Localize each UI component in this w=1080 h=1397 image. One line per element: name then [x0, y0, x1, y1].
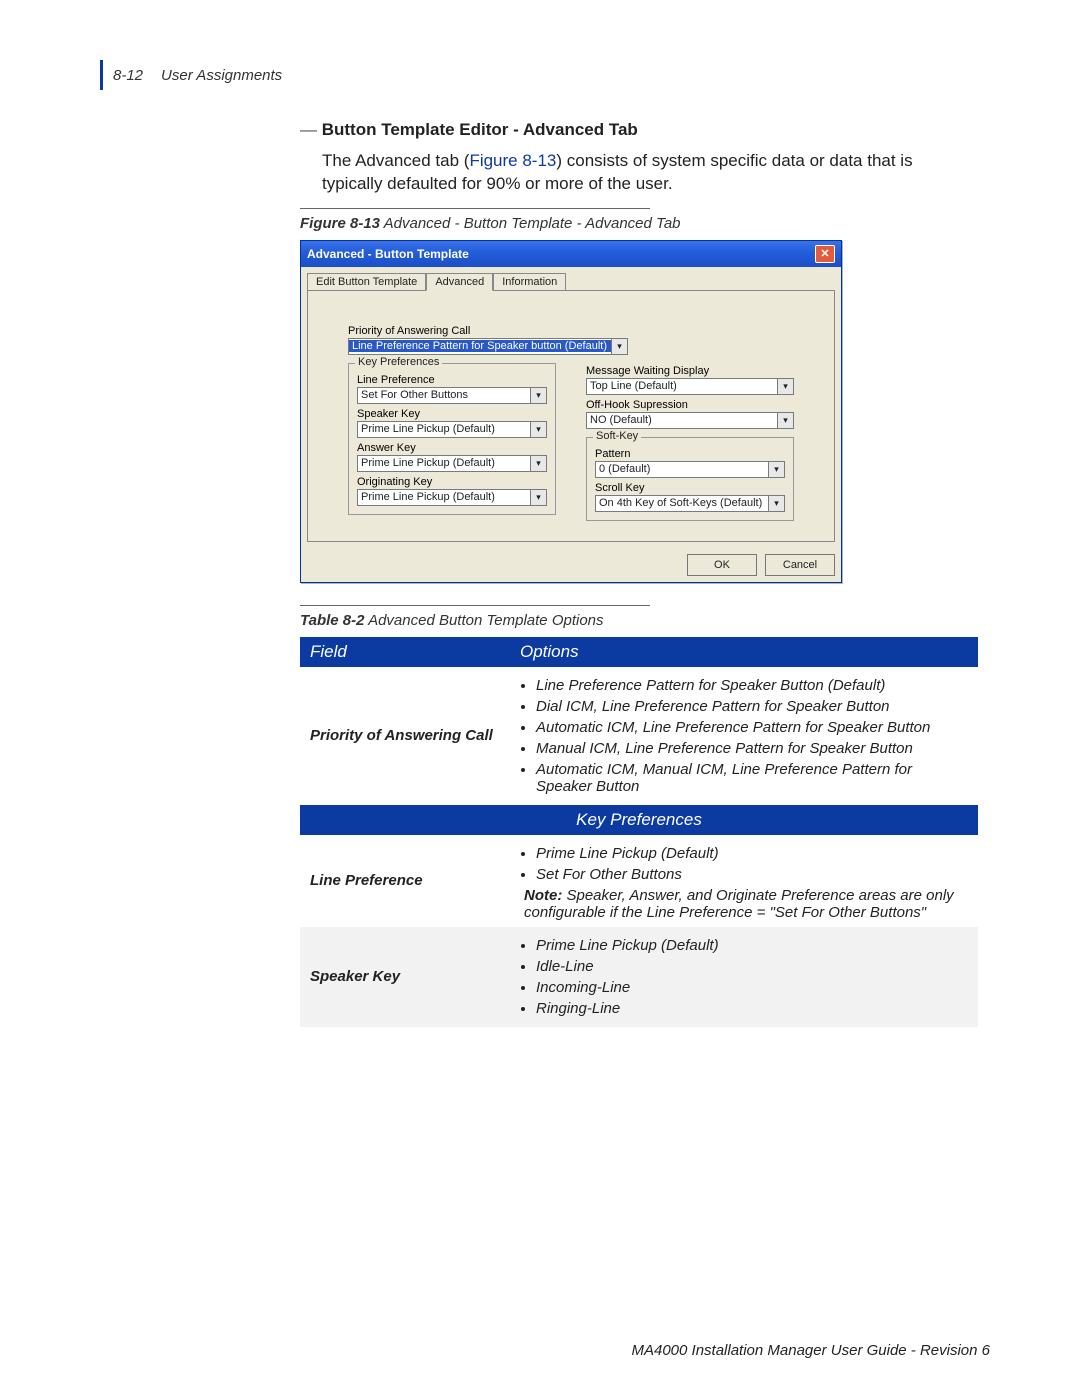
chevron-down-icon[interactable]	[611, 339, 627, 354]
ok-button[interactable]: OK	[687, 554, 757, 576]
chevron-down-icon[interactable]	[530, 388, 546, 403]
dialog-advanced-button-template: Advanced - Button Template ✕ Edit Button…	[300, 240, 842, 583]
close-icon[interactable]: ✕	[815, 245, 835, 263]
label-scroll-key: Scroll Key	[595, 482, 785, 494]
tab-edit-button-template[interactable]: Edit Button Template	[307, 273, 426, 291]
cell-opts-line-pref: Prime Line Pickup (Default) Set For Othe…	[510, 835, 978, 927]
th-field: Field	[300, 637, 510, 667]
cell-field-speaker-key: Speaker Key	[300, 927, 510, 1027]
chevron-down-icon[interactable]	[777, 413, 793, 428]
combo-offhook[interactable]: NO (Default)	[586, 412, 794, 429]
cell-field-priority: Priority of Answering Call	[300, 667, 510, 805]
th-options: Options	[510, 637, 978, 667]
dialog-title-text: Advanced - Button Template	[307, 247, 469, 261]
figure-caption: Figure 8-13 Advanced - Button Template -…	[300, 215, 970, 232]
dialog-titlebar: Advanced - Button Template ✕	[301, 241, 841, 267]
cell-opts-speaker-key: Prime Line Pickup (Default) Idle-Line In…	[510, 927, 978, 1027]
label-mwd: Message Waiting Display	[586, 365, 794, 377]
fieldset-softkey: Soft-Key Pattern 0 (Default) Scroll Key …	[586, 437, 794, 521]
page-header: 8-12 User Assignments	[100, 60, 1000, 90]
combo-scroll-key[interactable]: On 4th Key of Soft-Keys (Default)	[595, 495, 785, 512]
combo-originating-key[interactable]: Prime Line Pickup (Default)	[357, 489, 547, 506]
figure-rule	[300, 208, 650, 209]
combo-pattern[interactable]: 0 (Default)	[595, 461, 785, 478]
table-advanced-options: Field Options Priority of Answering Call…	[300, 637, 978, 1027]
chevron-down-icon[interactable]	[530, 490, 546, 505]
label-answer-key: Answer Key	[357, 442, 547, 454]
combo-speaker-key[interactable]: Prime Line Pickup (Default)	[357, 421, 547, 438]
table-rule	[300, 605, 650, 606]
section-key-preferences: Key Preferences	[300, 805, 978, 835]
chevron-down-icon[interactable]	[530, 422, 546, 437]
label-speaker-key: Speaker Key	[357, 408, 547, 420]
cell-opts-priority: Line Preference Pattern for Speaker Butt…	[510, 667, 978, 805]
cell-field-line-pref: Line Preference	[300, 835, 510, 927]
section-title: User Assignments	[161, 67, 282, 84]
label-priority: Priority of Answering Call	[348, 325, 794, 337]
chevron-down-icon[interactable]	[768, 462, 784, 477]
table-caption: Table 8-2 Advanced Button Template Optio…	[300, 612, 970, 629]
label-originating-key: Originating Key	[357, 476, 547, 488]
page-number: 8-12	[113, 67, 143, 84]
label-pattern: Pattern	[595, 448, 785, 460]
tab-information[interactable]: Information	[493, 273, 566, 291]
dialog-tabs: Edit Button Template Advanced Informatio…	[301, 267, 841, 290]
chevron-down-icon[interactable]	[530, 456, 546, 471]
page-footer: MA4000 Installation Manager User Guide -…	[631, 1342, 990, 1359]
label-offhook: Off-Hook Supression	[586, 399, 794, 411]
chevron-down-icon[interactable]	[768, 496, 784, 511]
combo-line-preference[interactable]: Set For Other Buttons	[357, 387, 547, 404]
chevron-down-icon[interactable]	[777, 379, 793, 394]
label-line-preference: Line Preference	[357, 374, 547, 386]
figure-link[interactable]: Figure 8-13	[469, 151, 556, 170]
tab-advanced[interactable]: Advanced	[426, 273, 493, 291]
combo-mwd[interactable]: Top Line (Default)	[586, 378, 794, 395]
combo-answer-key[interactable]: Prime Line Pickup (Default)	[357, 455, 547, 472]
intro-paragraph: The Advanced tab (Figure 8-13) consists …	[322, 150, 970, 196]
fieldset-key-preferences: Key Preferences Line Preference Set For …	[348, 363, 556, 515]
cancel-button[interactable]: Cancel	[765, 554, 835, 576]
heading-bte-advanced: Button Template Editor - Advanced Tab	[300, 120, 970, 140]
combo-priority[interactable]: Line Preference Pattern for Speaker butt…	[348, 338, 628, 355]
